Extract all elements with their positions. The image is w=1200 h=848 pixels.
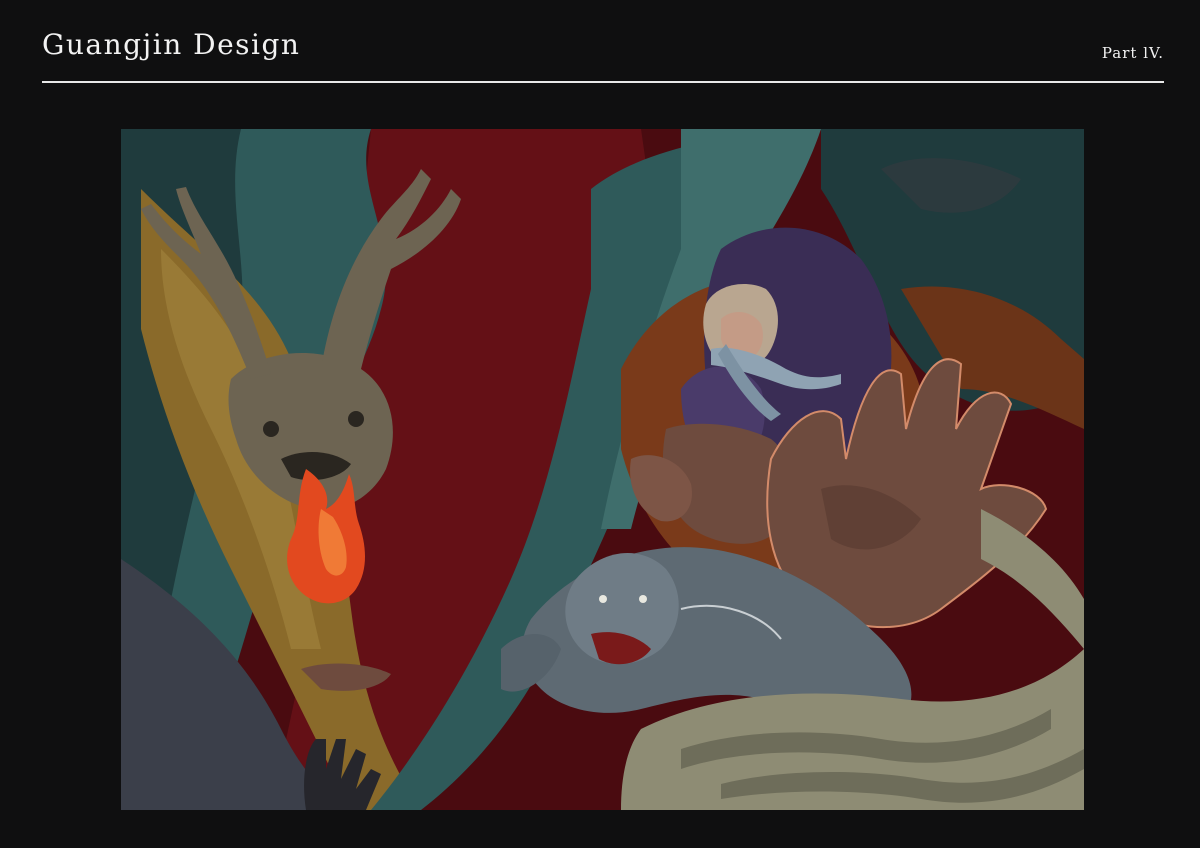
beast-eye-right <box>348 411 364 427</box>
illustration-canvas <box>121 129 1084 810</box>
page: Guangjin Design Part lV. <box>0 0 1200 848</box>
tiger-eye-right <box>639 595 647 603</box>
tiger-eye-left <box>599 595 607 603</box>
beast-eye-left <box>263 421 279 437</box>
header-divider <box>42 81 1164 83</box>
part-label: Part lV. <box>1101 44 1164 62</box>
illustration-artwork <box>121 129 1084 810</box>
page-title: Guangjin Design <box>42 28 301 61</box>
